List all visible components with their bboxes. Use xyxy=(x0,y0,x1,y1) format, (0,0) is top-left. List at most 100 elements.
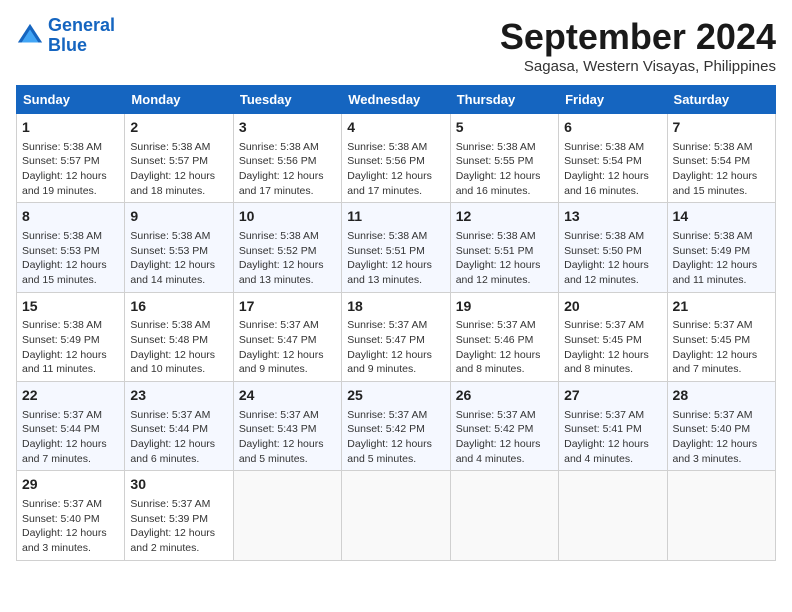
month-title: September 2024 xyxy=(500,16,776,58)
day-detail: Sunrise: 5:38 AMSunset: 5:53 PMDaylight:… xyxy=(130,229,227,288)
day-number: 10 xyxy=(239,207,336,227)
day-number: 14 xyxy=(673,207,770,227)
day-cell: 26Sunrise: 5:37 AMSunset: 5:42 PMDayligh… xyxy=(450,382,558,471)
day-detail: Sunrise: 5:38 AMSunset: 5:53 PMDaylight:… xyxy=(22,229,119,288)
day-detail: Sunrise: 5:38 AMSunset: 5:48 PMDaylight:… xyxy=(130,318,227,377)
day-cell: 14Sunrise: 5:38 AMSunset: 5:49 PMDayligh… xyxy=(667,203,775,292)
day-number: 21 xyxy=(673,297,770,317)
day-cell: 3Sunrise: 5:38 AMSunset: 5:56 PMDaylight… xyxy=(233,114,341,203)
day-cell: 16Sunrise: 5:38 AMSunset: 5:48 PMDayligh… xyxy=(125,292,233,381)
day-detail: Sunrise: 5:38 AMSunset: 5:52 PMDaylight:… xyxy=(239,229,336,288)
day-detail: Sunrise: 5:37 AMSunset: 5:42 PMDaylight:… xyxy=(456,408,553,467)
day-cell: 30Sunrise: 5:37 AMSunset: 5:39 PMDayligh… xyxy=(125,471,233,560)
day-detail: Sunrise: 5:38 AMSunset: 5:51 PMDaylight:… xyxy=(347,229,444,288)
location: Sagasa, Western Visayas, Philippines xyxy=(500,58,776,75)
day-cell: 2Sunrise: 5:38 AMSunset: 5:57 PMDaylight… xyxy=(125,114,233,203)
day-number: 29 xyxy=(22,475,119,495)
day-number: 27 xyxy=(564,386,661,406)
day-number: 16 xyxy=(130,297,227,317)
day-cell xyxy=(342,471,450,560)
page-header: General Blue September 2024 Sagasa, West… xyxy=(16,16,776,75)
weekday-header-wednesday: Wednesday xyxy=(342,86,450,114)
day-number: 1 xyxy=(22,118,119,138)
day-number: 30 xyxy=(130,475,227,495)
day-number: 13 xyxy=(564,207,661,227)
day-number: 12 xyxy=(456,207,553,227)
day-number: 25 xyxy=(347,386,444,406)
weekday-header-friday: Friday xyxy=(559,86,667,114)
title-section: September 2024 Sagasa, Western Visayas, … xyxy=(500,16,776,75)
week-row-4: 22Sunrise: 5:37 AMSunset: 5:44 PMDayligh… xyxy=(17,382,776,471)
weekday-header-monday: Monday xyxy=(125,86,233,114)
day-cell: 13Sunrise: 5:38 AMSunset: 5:50 PMDayligh… xyxy=(559,203,667,292)
day-cell: 10Sunrise: 5:38 AMSunset: 5:52 PMDayligh… xyxy=(233,203,341,292)
weekday-header-tuesday: Tuesday xyxy=(233,86,341,114)
day-number: 24 xyxy=(239,386,336,406)
day-number: 3 xyxy=(239,118,336,138)
calendar-table: SundayMondayTuesdayWednesdayThursdayFrid… xyxy=(16,85,776,561)
day-detail: Sunrise: 5:37 AMSunset: 5:41 PMDaylight:… xyxy=(564,408,661,467)
day-detail: Sunrise: 5:37 AMSunset: 5:42 PMDaylight:… xyxy=(347,408,444,467)
day-detail: Sunrise: 5:37 AMSunset: 5:45 PMDaylight:… xyxy=(673,318,770,377)
day-cell: 4Sunrise: 5:38 AMSunset: 5:56 PMDaylight… xyxy=(342,114,450,203)
day-detail: Sunrise: 5:38 AMSunset: 5:56 PMDaylight:… xyxy=(347,140,444,199)
day-cell: 1Sunrise: 5:38 AMSunset: 5:57 PMDaylight… xyxy=(17,114,125,203)
day-number: 20 xyxy=(564,297,661,317)
day-cell xyxy=(559,471,667,560)
day-cell xyxy=(667,471,775,560)
day-detail: Sunrise: 5:38 AMSunset: 5:49 PMDaylight:… xyxy=(673,229,770,288)
day-cell: 12Sunrise: 5:38 AMSunset: 5:51 PMDayligh… xyxy=(450,203,558,292)
day-number: 26 xyxy=(456,386,553,406)
day-number: 9 xyxy=(130,207,227,227)
day-detail: Sunrise: 5:37 AMSunset: 5:47 PMDaylight:… xyxy=(239,318,336,377)
day-detail: Sunrise: 5:37 AMSunset: 5:46 PMDaylight:… xyxy=(456,318,553,377)
day-detail: Sunrise: 5:37 AMSunset: 5:44 PMDaylight:… xyxy=(22,408,119,467)
week-row-5: 29Sunrise: 5:37 AMSunset: 5:40 PMDayligh… xyxy=(17,471,776,560)
day-detail: Sunrise: 5:38 AMSunset: 5:54 PMDaylight:… xyxy=(564,140,661,199)
logo-text: General Blue xyxy=(48,16,115,56)
day-detail: Sunrise: 5:37 AMSunset: 5:47 PMDaylight:… xyxy=(347,318,444,377)
day-number: 22 xyxy=(22,386,119,406)
weekday-header-thursday: Thursday xyxy=(450,86,558,114)
weekday-header-saturday: Saturday xyxy=(667,86,775,114)
day-cell: 8Sunrise: 5:38 AMSunset: 5:53 PMDaylight… xyxy=(17,203,125,292)
weekday-header-row: SundayMondayTuesdayWednesdayThursdayFrid… xyxy=(17,86,776,114)
day-cell xyxy=(450,471,558,560)
day-cell: 24Sunrise: 5:37 AMSunset: 5:43 PMDayligh… xyxy=(233,382,341,471)
day-detail: Sunrise: 5:38 AMSunset: 5:55 PMDaylight:… xyxy=(456,140,553,199)
day-cell: 17Sunrise: 5:37 AMSunset: 5:47 PMDayligh… xyxy=(233,292,341,381)
week-row-3: 15Sunrise: 5:38 AMSunset: 5:49 PMDayligh… xyxy=(17,292,776,381)
day-cell: 6Sunrise: 5:38 AMSunset: 5:54 PMDaylight… xyxy=(559,114,667,203)
day-number: 7 xyxy=(673,118,770,138)
day-detail: Sunrise: 5:38 AMSunset: 5:57 PMDaylight:… xyxy=(22,140,119,199)
day-cell: 29Sunrise: 5:37 AMSunset: 5:40 PMDayligh… xyxy=(17,471,125,560)
day-number: 18 xyxy=(347,297,444,317)
day-cell: 22Sunrise: 5:37 AMSunset: 5:44 PMDayligh… xyxy=(17,382,125,471)
day-detail: Sunrise: 5:37 AMSunset: 5:39 PMDaylight:… xyxy=(130,497,227,556)
week-row-2: 8Sunrise: 5:38 AMSunset: 5:53 PMDaylight… xyxy=(17,203,776,292)
day-cell: 23Sunrise: 5:37 AMSunset: 5:44 PMDayligh… xyxy=(125,382,233,471)
day-detail: Sunrise: 5:38 AMSunset: 5:56 PMDaylight:… xyxy=(239,140,336,199)
day-cell: 20Sunrise: 5:37 AMSunset: 5:45 PMDayligh… xyxy=(559,292,667,381)
day-cell: 18Sunrise: 5:37 AMSunset: 5:47 PMDayligh… xyxy=(342,292,450,381)
day-number: 2 xyxy=(130,118,227,138)
day-detail: Sunrise: 5:37 AMSunset: 5:45 PMDaylight:… xyxy=(564,318,661,377)
day-number: 5 xyxy=(456,118,553,138)
day-number: 19 xyxy=(456,297,553,317)
day-cell: 25Sunrise: 5:37 AMSunset: 5:42 PMDayligh… xyxy=(342,382,450,471)
day-number: 28 xyxy=(673,386,770,406)
day-detail: Sunrise: 5:38 AMSunset: 5:57 PMDaylight:… xyxy=(130,140,227,199)
day-cell: 5Sunrise: 5:38 AMSunset: 5:55 PMDaylight… xyxy=(450,114,558,203)
day-cell: 21Sunrise: 5:37 AMSunset: 5:45 PMDayligh… xyxy=(667,292,775,381)
day-detail: Sunrise: 5:37 AMSunset: 5:40 PMDaylight:… xyxy=(22,497,119,556)
day-number: 23 xyxy=(130,386,227,406)
day-number: 8 xyxy=(22,207,119,227)
weekday-header-sunday: Sunday xyxy=(17,86,125,114)
logo-general: General xyxy=(48,15,115,35)
day-cell: 9Sunrise: 5:38 AMSunset: 5:53 PMDaylight… xyxy=(125,203,233,292)
day-detail: Sunrise: 5:38 AMSunset: 5:49 PMDaylight:… xyxy=(22,318,119,377)
day-number: 11 xyxy=(347,207,444,227)
day-cell xyxy=(233,471,341,560)
week-row-1: 1Sunrise: 5:38 AMSunset: 5:57 PMDaylight… xyxy=(17,114,776,203)
day-number: 17 xyxy=(239,297,336,317)
